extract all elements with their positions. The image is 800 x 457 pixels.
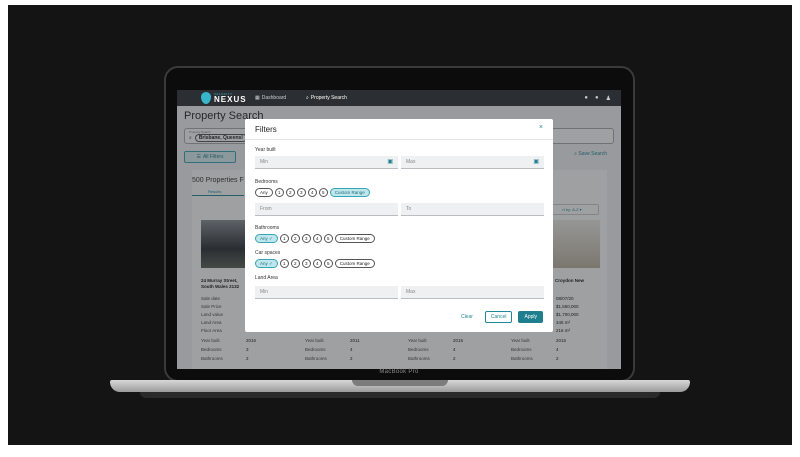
bedrooms-option-4[interactable]: 4 [307, 188, 317, 197]
car-spaces-label: Car spaces [255, 250, 281, 256]
bedrooms-option-1[interactable]: 1 [274, 188, 284, 197]
bathrooms-option-custom-range[interactable]: Custom Range [334, 234, 375, 243]
laptop-notch [352, 380, 448, 386]
car-spaces-option-2[interactable]: 2 [290, 259, 300, 268]
bathrooms-option-2[interactable]: 2 [290, 234, 300, 243]
bathrooms-option-any[interactable]: Any ✓ [255, 234, 278, 243]
car-spaces-option-custom-range[interactable]: Custom Range [334, 259, 375, 268]
modal-title: Filters [255, 125, 277, 134]
cancel-button[interactable]: Cancel [484, 311, 513, 323]
bedrooms-option-5[interactable]: 5 [318, 188, 328, 197]
app-top-bar: VALOCITY NEXUS ▦ Dashboard ⌕ Property Se… [177, 90, 621, 106]
land-area-max-input[interactable]: Max [401, 286, 544, 299]
bathrooms-options: Any ✓ 1 2 3 4 5 Custom Range [255, 234, 375, 243]
laptop-screen: VALOCITY NEXUS ▦ Dashboard ⌕ Property Se… [177, 90, 621, 369]
search-icon: ⌕ [306, 95, 309, 101]
car-spaces-option-1[interactable]: 1 [279, 259, 289, 268]
grid-icon: ▦ [255, 95, 260, 101]
bedrooms-option-2[interactable]: 2 [285, 188, 295, 197]
calendar-icon[interactable]: ▣ [387, 158, 393, 165]
bathrooms-option-3[interactable]: 3 [301, 234, 311, 243]
land-area-label: Land Area [255, 275, 278, 281]
filters-modal: Filters × Year built Min ▣ Max ▣ Bedroom… [245, 119, 553, 332]
close-icon[interactable]: × [539, 124, 543, 131]
device-label: MacBook Pro [379, 369, 419, 375]
notifications-icon[interactable]: ● [595, 95, 599, 101]
user-icon[interactable]: ♟ [606, 95, 611, 102]
bathrooms-option-1[interactable]: 1 [279, 234, 289, 243]
app-logo[interactable]: VALOCITY NEXUS [201, 92, 247, 104]
year-built-label: Year built [255, 147, 276, 153]
bedrooms-to-input[interactable]: To [401, 203, 544, 216]
car-spaces-option-any[interactable]: Any ✓ [255, 259, 278, 268]
logo-big-text: NEXUS [214, 94, 247, 104]
top-right-icons: ● ● ♟ [584, 90, 611, 106]
bedrooms-from-input[interactable]: From [255, 203, 398, 216]
laptop-chin: MacBook Pro [177, 369, 621, 380]
car-spaces-option-3[interactable]: 3 [301, 259, 311, 268]
nav-property-search[interactable]: ⌕ Property Search [306, 90, 347, 106]
bathrooms-option-4[interactable]: 4 [312, 234, 322, 243]
modal-actions: Clear Cancel Apply [455, 311, 543, 323]
help-icon[interactable]: ● [584, 95, 588, 101]
bedrooms-options: Any 1 2 3 4 5 Custom Range [255, 188, 370, 197]
nav-dashboard[interactable]: ▦ Dashboard [255, 90, 286, 106]
bathrooms-label: Bathrooms [255, 225, 280, 231]
bedrooms-option-any[interactable]: Any [255, 188, 273, 197]
car-spaces-option-4[interactable]: 4 [312, 259, 322, 268]
year-built-max-input[interactable]: Max ▣ [401, 156, 544, 169]
nav-dashboard-label: Dashboard [261, 95, 287, 101]
modal-divider [245, 139, 553, 140]
bedrooms-option-3[interactable]: 3 [296, 188, 306, 197]
bathrooms-option-5[interactable]: 5 [323, 234, 333, 243]
laptop-base-shadow [140, 392, 660, 398]
calendar-icon[interactable]: ▣ [533, 158, 539, 165]
year-built-min-input[interactable]: Min ▣ [255, 156, 398, 169]
car-spaces-option-5[interactable]: 5 [323, 259, 333, 268]
nav-property-search-label: Property Search [310, 95, 347, 101]
clear-button[interactable]: Clear [455, 314, 479, 320]
apply-button[interactable]: Apply [518, 311, 543, 323]
bedrooms-label: Bedrooms [255, 179, 278, 185]
land-area-min-input[interactable]: Min [255, 286, 398, 299]
car-spaces-options: Any ✓ 1 2 3 4 5 Custom Range [255, 259, 375, 268]
logo-pin-icon [201, 92, 211, 104]
bedrooms-option-custom-range[interactable]: Custom Range [329, 188, 370, 197]
